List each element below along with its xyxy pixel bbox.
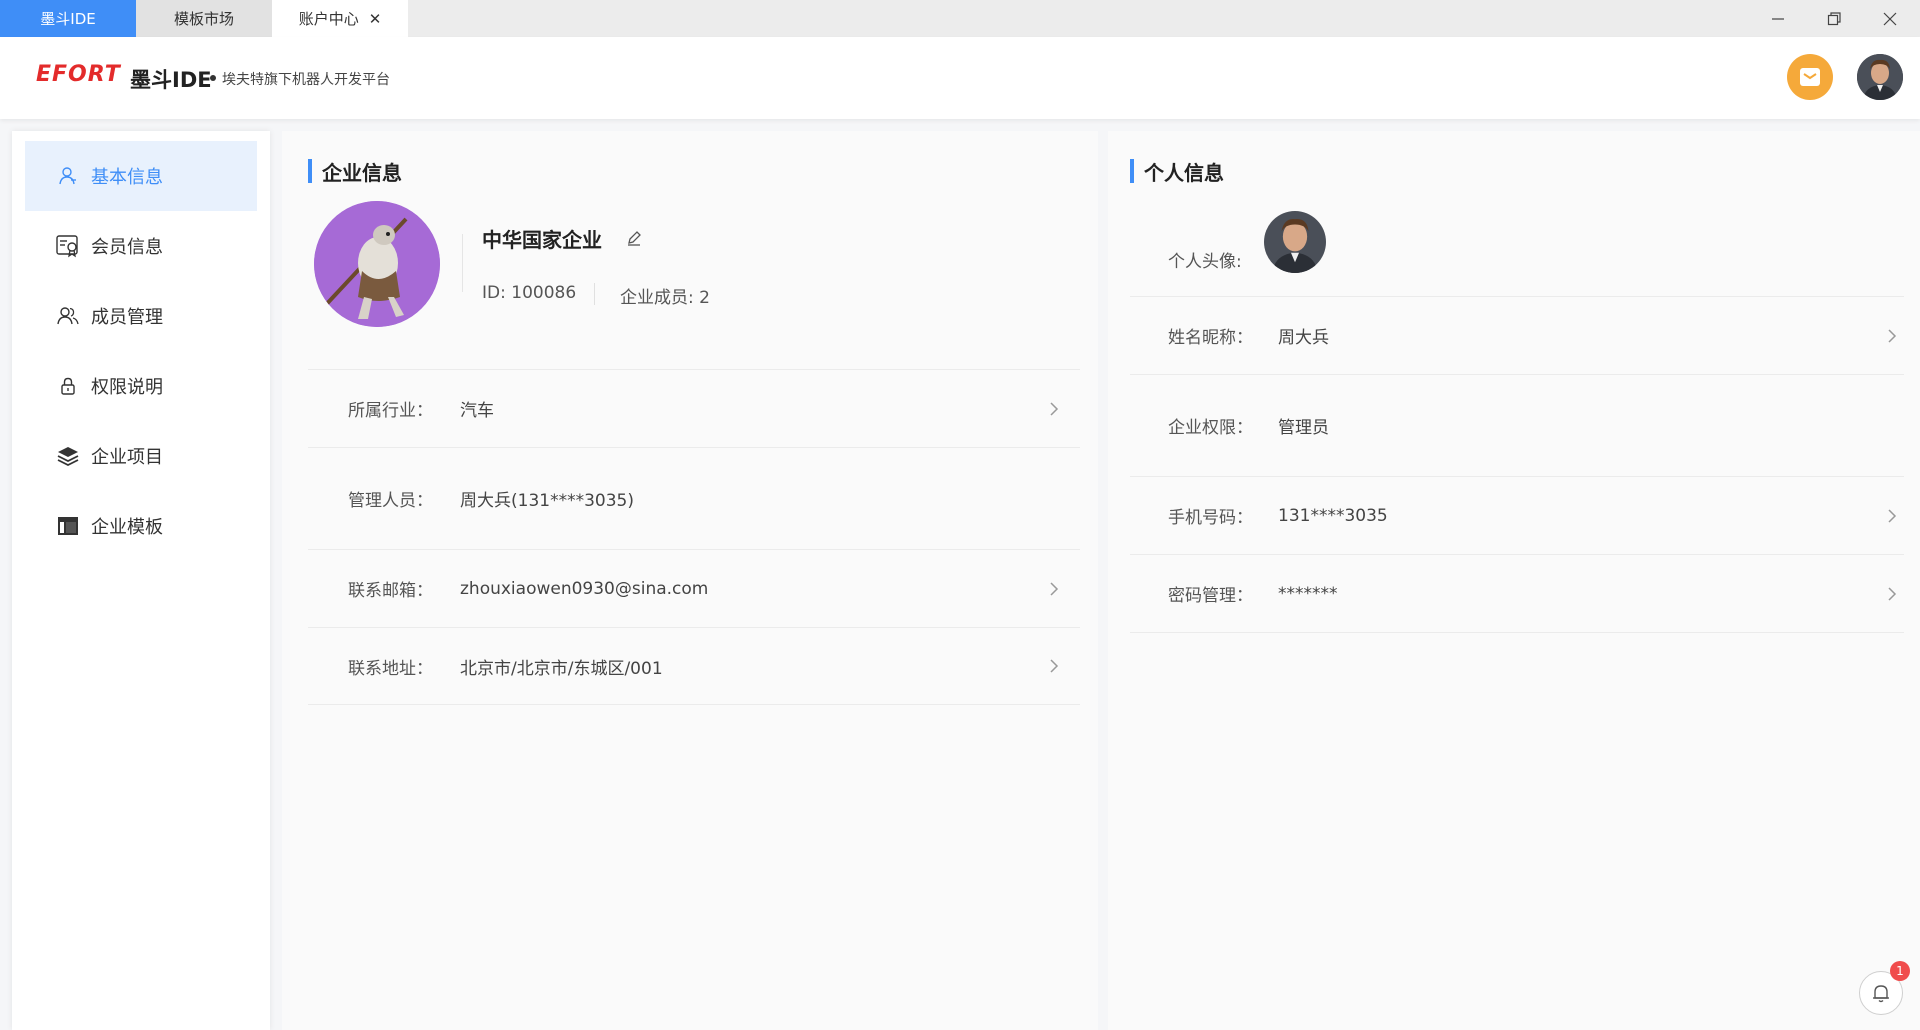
template-icon	[55, 513, 81, 539]
close-tab-icon[interactable]: ✕	[369, 10, 382, 28]
phone-value: 131****3035	[1278, 505, 1388, 526]
password-value: *******	[1278, 583, 1338, 604]
meta-divider	[594, 283, 595, 305]
enterprise-admin-row: 管理人员： 周大兵(131****3035)	[308, 447, 1080, 549]
certificate-icon	[55, 233, 81, 259]
sidebar-item-basic-info[interactable]: 基本信息	[25, 141, 257, 211]
edit-icon	[628, 231, 641, 246]
product-name: 墨斗IDE	[130, 68, 212, 92]
avatar-label: 个人头像:	[1168, 252, 1242, 272]
tab-template-market[interactable]: 模板市场	[136, 0, 272, 37]
sidebar-item-label: 企业项目	[91, 447, 163, 468]
notification-badge: 1	[1890, 961, 1910, 981]
sidebar-item-label: 会员信息	[91, 237, 163, 258]
chevron-right-icon	[1888, 508, 1897, 523]
minimize-button[interactable]	[1750, 0, 1806, 37]
members-icon	[55, 303, 81, 329]
brand-logo: EFORT	[36, 62, 121, 87]
password-label: 密码管理：	[1168, 586, 1253, 606]
sidebar-item-permissions[interactable]: 权限说明	[25, 351, 257, 421]
address-value: 北京市/北京市/东城区/001	[460, 658, 663, 679]
lock-icon	[55, 373, 81, 399]
mail-button[interactable]	[1787, 54, 1833, 100]
enterprise-members-value: 2	[699, 288, 710, 308]
chevron-right-icon	[1888, 586, 1897, 601]
enterprise-id: ID: 100086	[482, 283, 576, 303]
chevron-right-icon	[1050, 581, 1059, 596]
sidebar-item-label: 基本信息	[91, 167, 163, 188]
enterprise-name: 中华国家企业	[482, 228, 602, 252]
sidebar-item-label: 权限说明	[91, 377, 163, 398]
chevron-right-icon	[1888, 328, 1897, 343]
enterprise-email-row[interactable]: 联系邮箱： zhouxiaowen0930@sina.com	[308, 549, 1080, 627]
user-icon	[55, 163, 81, 189]
restore-button[interactable]	[1806, 0, 1862, 37]
bell-icon	[1873, 985, 1889, 1003]
title-bar: 墨斗IDE 模板市场 账户中心 ✕	[0, 0, 1920, 37]
chevron-right-icon	[1050, 401, 1059, 416]
sidebar: 基本信息 会员信息 成员管理 权限说明 企业项目 企业模板	[12, 131, 270, 1030]
role-label: 企业权限：	[1168, 418, 1253, 438]
app-header: EFORT 墨斗IDE 埃夫特旗下机器人开发平台	[0, 37, 1920, 119]
email-label: 联系邮箱：	[348, 581, 433, 601]
industry-value: 汽车	[460, 401, 494, 421]
enterprise-divider	[462, 234, 463, 292]
personal-info-panel: 个人信息 个人头像: 姓名昵称： 周大兵 企业权限： 管理员 手机号码： 131…	[1108, 131, 1920, 1030]
enterprise-info-panel: 企业信息 中华国家企业 ID: 100086 企业成员: 2 所属行业： 汽车 …	[282, 131, 1098, 1030]
enterprise-address-row[interactable]: 联系地址： 北京市/北京市/东城区/001	[308, 627, 1080, 705]
restore-icon	[1827, 11, 1841, 25]
name-label: 姓名昵称：	[1168, 328, 1253, 348]
name-value: 周大兵	[1278, 328, 1329, 348]
personal-avatar[interactable]	[1264, 211, 1326, 273]
personal-section-title: 个人信息	[1130, 157, 1224, 186]
address-label: 联系地址：	[348, 658, 433, 679]
sidebar-item-templates[interactable]: 企业模板	[25, 491, 257, 561]
admin-value: 周大兵(131****3035)	[460, 491, 634, 511]
sidebar-item-label: 成员管理	[91, 307, 163, 328]
personal-password-row[interactable]: 密码管理： *******	[1130, 555, 1904, 633]
sidebar-item-label: 企业模板	[91, 517, 163, 538]
enterprise-industry-row[interactable]: 所属行业： 汽车	[308, 369, 1080, 447]
tab-account-center[interactable]: 账户中心 ✕	[272, 0, 408, 37]
close-icon	[1883, 12, 1897, 25]
personal-avatar-image	[1264, 211, 1326, 273]
enterprise-avatar[interactable]	[314, 201, 440, 327]
personal-avatar-row: 个人头像:	[1130, 201, 1904, 297]
user-avatar-image	[1857, 54, 1903, 100]
minimize-icon	[1772, 17, 1784, 20]
enterprise-id-value: 100086	[511, 283, 577, 303]
sidebar-item-projects[interactable]: 企业项目	[25, 421, 257, 491]
enterprise-logo-image	[314, 201, 440, 327]
personal-phone-row[interactable]: 手机号码： 131****3035	[1130, 477, 1904, 555]
close-window-button[interactable]	[1862, 0, 1918, 37]
separator-dot	[210, 75, 216, 81]
user-avatar[interactable]	[1857, 54, 1903, 100]
sidebar-item-membership[interactable]: 会员信息	[25, 211, 257, 281]
tab-label: 墨斗IDE	[40, 10, 96, 28]
tab-ide[interactable]: 墨斗IDE	[0, 0, 136, 37]
industry-label: 所属行业：	[348, 401, 433, 421]
phone-label: 手机号码：	[1168, 508, 1253, 528]
sidebar-item-members[interactable]: 成员管理	[25, 281, 257, 351]
tab-label: 账户中心	[298, 10, 359, 28]
enterprise-section-title: 企业信息	[308, 157, 402, 186]
enterprise-members: 企业成员: 2	[620, 283, 710, 308]
enterprise-members-label: 企业成员:	[620, 288, 694, 308]
product-subtitle: 埃夫特旗下机器人开发平台	[222, 72, 390, 88]
chevron-right-icon	[1050, 659, 1059, 673]
tab-label: 模板市场	[173, 10, 234, 28]
mail-icon	[1800, 68, 1820, 86]
enterprise-id-label: ID:	[482, 283, 506, 303]
layers-icon	[55, 443, 81, 469]
admin-label: 管理人员：	[348, 491, 433, 511]
personal-name-row[interactable]: 姓名昵称： 周大兵	[1130, 297, 1904, 375]
role-value: 管理员	[1278, 418, 1329, 438]
edit-name-button[interactable]	[624, 228, 644, 248]
personal-role-row: 企业权限： 管理员	[1130, 375, 1904, 477]
email-value: zhouxiaowen0930@sina.com	[460, 578, 709, 599]
